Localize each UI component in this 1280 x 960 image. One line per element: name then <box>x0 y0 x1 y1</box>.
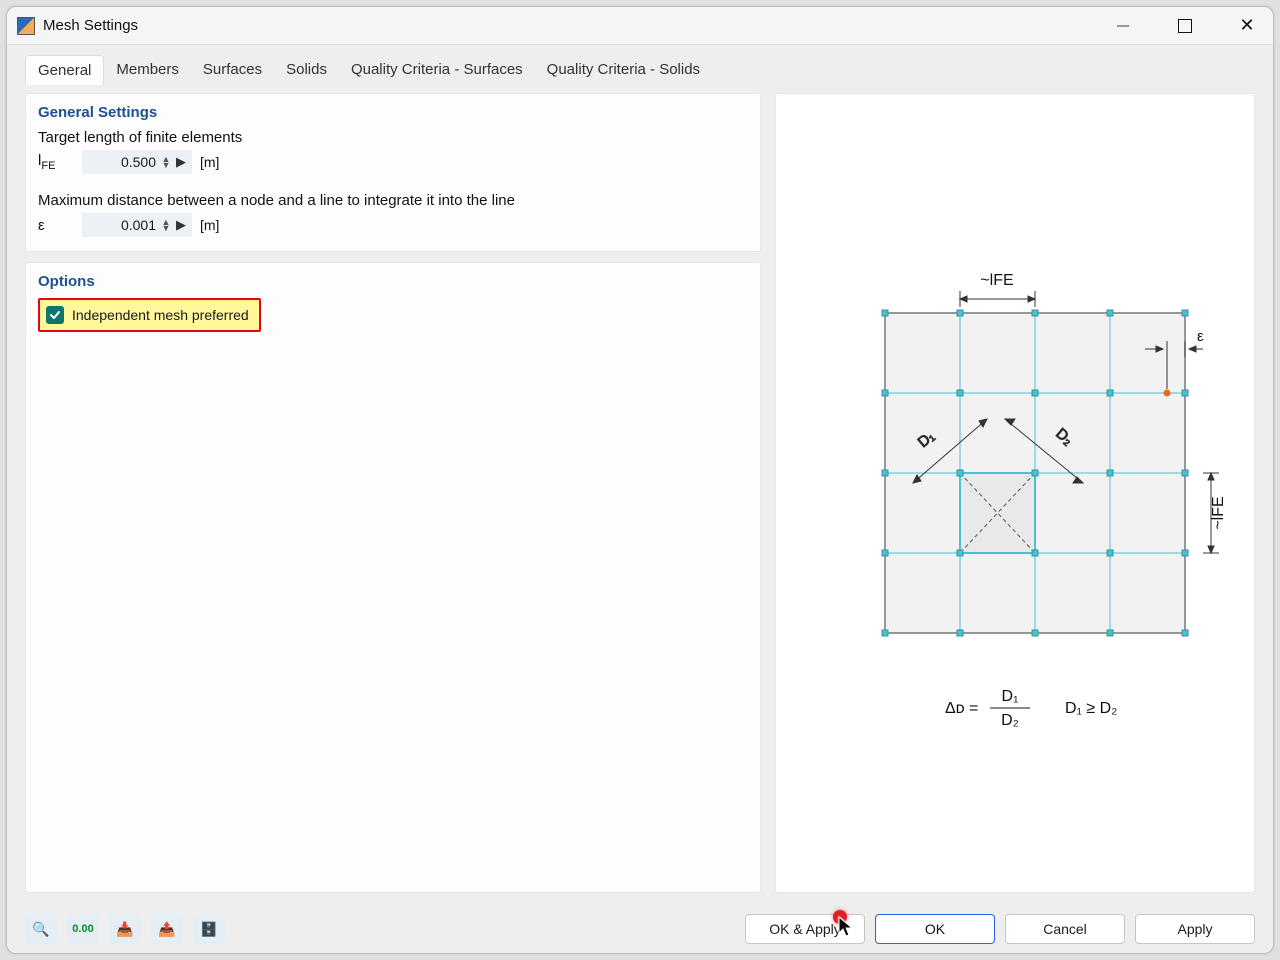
epsilon-spinner[interactable]: ▲▼ <box>160 219 172 231</box>
epsilon-unit: [m] <box>200 217 219 233</box>
epsilon-jump-icon[interactable]: ▶ <box>174 217 188 233</box>
options-panel: Options Independent mesh preferred <box>25 262 761 893</box>
target-length-input[interactable]: 0.500 ▲▼ ▶ <box>82 150 192 174</box>
maximize-button[interactable] <box>1169 11 1201 41</box>
options-title: Options <box>38 273 748 290</box>
general-settings-panel: General Settings Target length of finite… <box>25 93 761 252</box>
target-length-value: 0.500 <box>88 154 156 170</box>
database-icon[interactable]: 🗄️ <box>193 914 225 944</box>
target-length-unit: [m] <box>200 154 219 170</box>
units-icon[interactable]: 0.00 <box>67 914 99 944</box>
target-length-label: Target length of finite elements <box>38 129 748 146</box>
help-icon[interactable]: 🔍 <box>25 914 57 944</box>
tab-quality-solids[interactable]: Quality Criteria - Solids <box>535 55 712 85</box>
tabs-bar: General Members Surfaces Solids Quality … <box>7 45 1273 85</box>
formula-condition: D₁ ≥ D₂ <box>1065 700 1117 717</box>
minimize-button[interactable] <box>1107 11 1139 41</box>
ok-apply-button[interactable]: OK & Apply <box>745 914 865 944</box>
apply-button[interactable]: Apply <box>1135 914 1255 944</box>
general-settings-title: General Settings <box>38 104 748 121</box>
tab-general[interactable]: General <box>25 55 104 85</box>
formula-numerator: D₁ <box>1002 688 1019 705</box>
epsilon-label: Maximum distance between a node and a li… <box>38 192 748 209</box>
tab-solids[interactable]: Solids <box>274 55 339 85</box>
target-length-jump-icon[interactable]: ▶ <box>174 154 188 170</box>
close-button[interactable]: ✕ <box>1231 11 1263 41</box>
symbol-fe: FE <box>41 160 55 172</box>
epsilon-row: ε 0.001 ▲▼ ▶ [m] <box>38 213 748 237</box>
target-length-spinner[interactable]: ▲▼ <box>160 156 172 168</box>
diagram-lfe-top-label: ~lFE <box>980 272 1013 289</box>
export-icon[interactable]: 📤 <box>151 914 183 944</box>
cancel-button[interactable]: Cancel <box>1005 914 1125 944</box>
app-icon <box>17 17 35 35</box>
content-area: General Members Surfaces Solids Quality … <box>7 45 1273 905</box>
left-column: General Settings Target length of finite… <box>25 93 761 893</box>
window-controls: ✕ <box>1107 11 1263 41</box>
diagram-lfe-right-label: ~lFE <box>1210 496 1225 529</box>
epsilon-input[interactable]: 0.001 ▲▼ ▶ <box>82 213 192 237</box>
tab-quality-surfaces[interactable]: Quality Criteria - Surfaces <box>339 55 535 85</box>
independent-mesh-label: Independent mesh preferred <box>72 307 249 323</box>
formula-delta: Δᴅ = <box>945 700 978 717</box>
independent-mesh-checkbox-row[interactable]: Independent mesh preferred <box>38 298 261 332</box>
diagram-panel: ~lFE ε <box>775 93 1255 893</box>
mesh-diagram: ~lFE ε <box>805 173 1225 813</box>
formula-denominator: D₂ <box>1001 712 1019 729</box>
target-length-symbol: lFE <box>38 152 74 172</box>
tab-surfaces[interactable]: Surfaces <box>191 55 274 85</box>
target-length-row: lFE 0.500 ▲▼ ▶ [m] <box>38 150 748 174</box>
ok-button[interactable]: OK <box>875 914 995 944</box>
body: General Settings Target length of finite… <box>7 85 1273 905</box>
diagram-epsilon-label: ε <box>1197 328 1204 345</box>
import-icon[interactable]: 📥 <box>109 914 141 944</box>
footer: 🔍 0.00 📥 📤 🗄️ OK & Apply OK Cancel Apply <box>7 905 1273 953</box>
mesh-settings-window: Mesh Settings ✕ General Members Surfaces… <box>6 6 1274 954</box>
epsilon-symbol: ε <box>38 217 74 234</box>
titlebar: Mesh Settings ✕ <box>7 7 1273 45</box>
window-title: Mesh Settings <box>43 17 138 34</box>
independent-mesh-checkbox[interactable] <box>46 306 64 324</box>
tab-members[interactable]: Members <box>104 55 191 85</box>
epsilon-value: 0.001 <box>88 217 156 233</box>
